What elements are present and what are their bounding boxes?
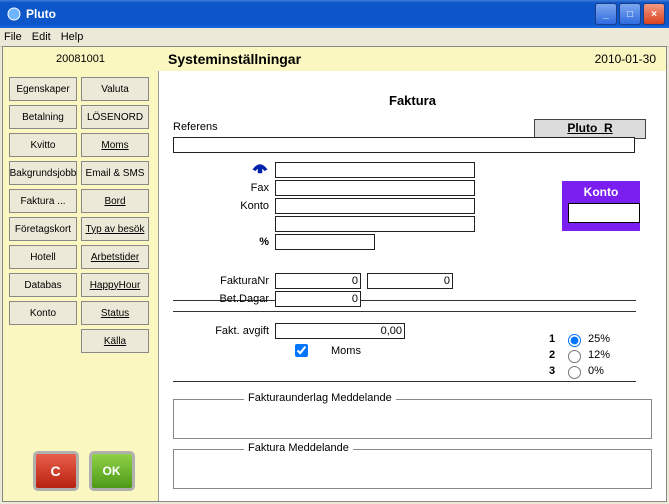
betdagar-input[interactable]	[275, 291, 361, 307]
referens-label: Referens	[173, 121, 218, 133]
window-title: Pluto	[26, 7, 595, 21]
fax-label: Fax	[173, 182, 275, 194]
sidebar: EgenskaperValutaBetalningLÖSENORDKvittoM…	[3, 71, 158, 501]
percent-input[interactable]	[275, 234, 375, 250]
konto-label: Konto	[173, 200, 275, 212]
fax-input[interactable]	[275, 180, 475, 196]
close-button[interactable]: ×	[643, 3, 665, 25]
page-title: Systeminställningar	[158, 47, 566, 71]
sidebar-item-kvitto[interactable]: Kvitto	[9, 133, 77, 157]
section-title: Faktura	[159, 93, 666, 108]
moms-option-0%[interactable]: 30%	[549, 363, 610, 379]
header: 20081001 Systeminställningar 2010-01-30	[3, 47, 666, 71]
faktavgift-input[interactable]	[275, 323, 405, 339]
moms-option-12%[interactable]: 212%	[549, 347, 610, 363]
sidebar-item-l-senord[interactable]: LÖSENORD	[81, 105, 149, 129]
menubar: File Edit Help	[0, 28, 669, 47]
titlebar: Pluto _ □ ×	[0, 0, 669, 28]
sidebar-item-k-lla[interactable]: Källa	[81, 329, 149, 353]
sidebar-item-faktura-[interactable]: Faktura ...	[9, 189, 77, 213]
sidebar-item-happyhour[interactable]: HappyHour	[81, 273, 149, 297]
referens-input[interactable]	[173, 137, 635, 153]
menu-file[interactable]: File	[4, 31, 22, 43]
sidebar-item-arbetstider[interactable]: Arbetstider	[81, 245, 149, 269]
sidebar-item-moms[interactable]: Moms	[81, 133, 149, 157]
moms-radio-0%[interactable]	[568, 366, 581, 379]
cancel-button[interactable]: C	[33, 451, 79, 491]
sidebar-item-status[interactable]: Status	[81, 301, 149, 325]
sidebar-item-valuta[interactable]: Valuta	[81, 77, 149, 101]
fieldset2-legend: Faktura Meddelande	[244, 442, 353, 454]
sidebar-item-konto[interactable]: Konto	[9, 301, 77, 325]
sidebar-item-typ-av-bes-k[interactable]: Typ av besök	[81, 217, 149, 241]
konto-box-input[interactable]	[568, 203, 640, 223]
sidebar-item-databas[interactable]: Databas	[9, 273, 77, 297]
fakturanr-label: FakturaNr	[173, 275, 275, 287]
referens-button[interactable]: Pluto_R	[534, 119, 646, 139]
fakturanr-input[interactable]	[275, 273, 361, 289]
header-version: 20081001	[3, 47, 158, 71]
moms-radio-12%[interactable]	[568, 350, 581, 363]
betdagar-label: Bet.Dagar	[173, 293, 275, 305]
ok-button[interactable]: OK	[89, 451, 135, 491]
blank-input[interactable]	[275, 216, 475, 232]
faktavgift-label: Fakt. avgift	[173, 325, 275, 337]
sidebar-item-hotell[interactable]: Hotell	[9, 245, 77, 269]
moms-checkbox[interactable]	[295, 344, 308, 357]
fakturanr2-input[interactable]	[367, 273, 453, 289]
moms-options: 125%212%30%	[549, 331, 610, 379]
konto-box-title: Konto	[568, 185, 634, 199]
sidebar-item-email-sms[interactable]: Email & SMS	[81, 161, 149, 185]
sidebar-item-bakgrundsjobb[interactable]: Bakgrundsjobb	[9, 161, 77, 185]
percent-label: %	[173, 236, 275, 248]
konto-box: Konto	[562, 181, 640, 231]
fieldset1-legend: Fakturaunderlag Meddelande	[244, 392, 396, 404]
main-panel: Faktura Referens Pluto_R Fax	[158, 71, 666, 501]
maximize-button[interactable]: □	[619, 3, 641, 25]
moms-radio-25%[interactable]	[568, 334, 581, 347]
sidebar-item-egenskaper[interactable]: Egenskaper	[9, 77, 77, 101]
menu-edit[interactable]: Edit	[32, 31, 51, 43]
phone-icon	[173, 161, 275, 178]
header-date: 2010-01-30	[566, 47, 666, 71]
menu-help[interactable]: Help	[61, 31, 84, 43]
moms-check-label: Moms	[331, 345, 361, 357]
app-icon	[6, 6, 22, 22]
sidebar-item-bord[interactable]: Bord	[81, 189, 149, 213]
minimize-button[interactable]: _	[595, 3, 617, 25]
sidebar-item-f-retagskort[interactable]: Företagskort	[9, 217, 77, 241]
sidebar-item-betalning[interactable]: Betalning	[9, 105, 77, 129]
phone-input[interactable]	[275, 162, 475, 178]
moms-option-25%[interactable]: 125%	[549, 331, 610, 347]
konto-input[interactable]	[275, 198, 475, 214]
